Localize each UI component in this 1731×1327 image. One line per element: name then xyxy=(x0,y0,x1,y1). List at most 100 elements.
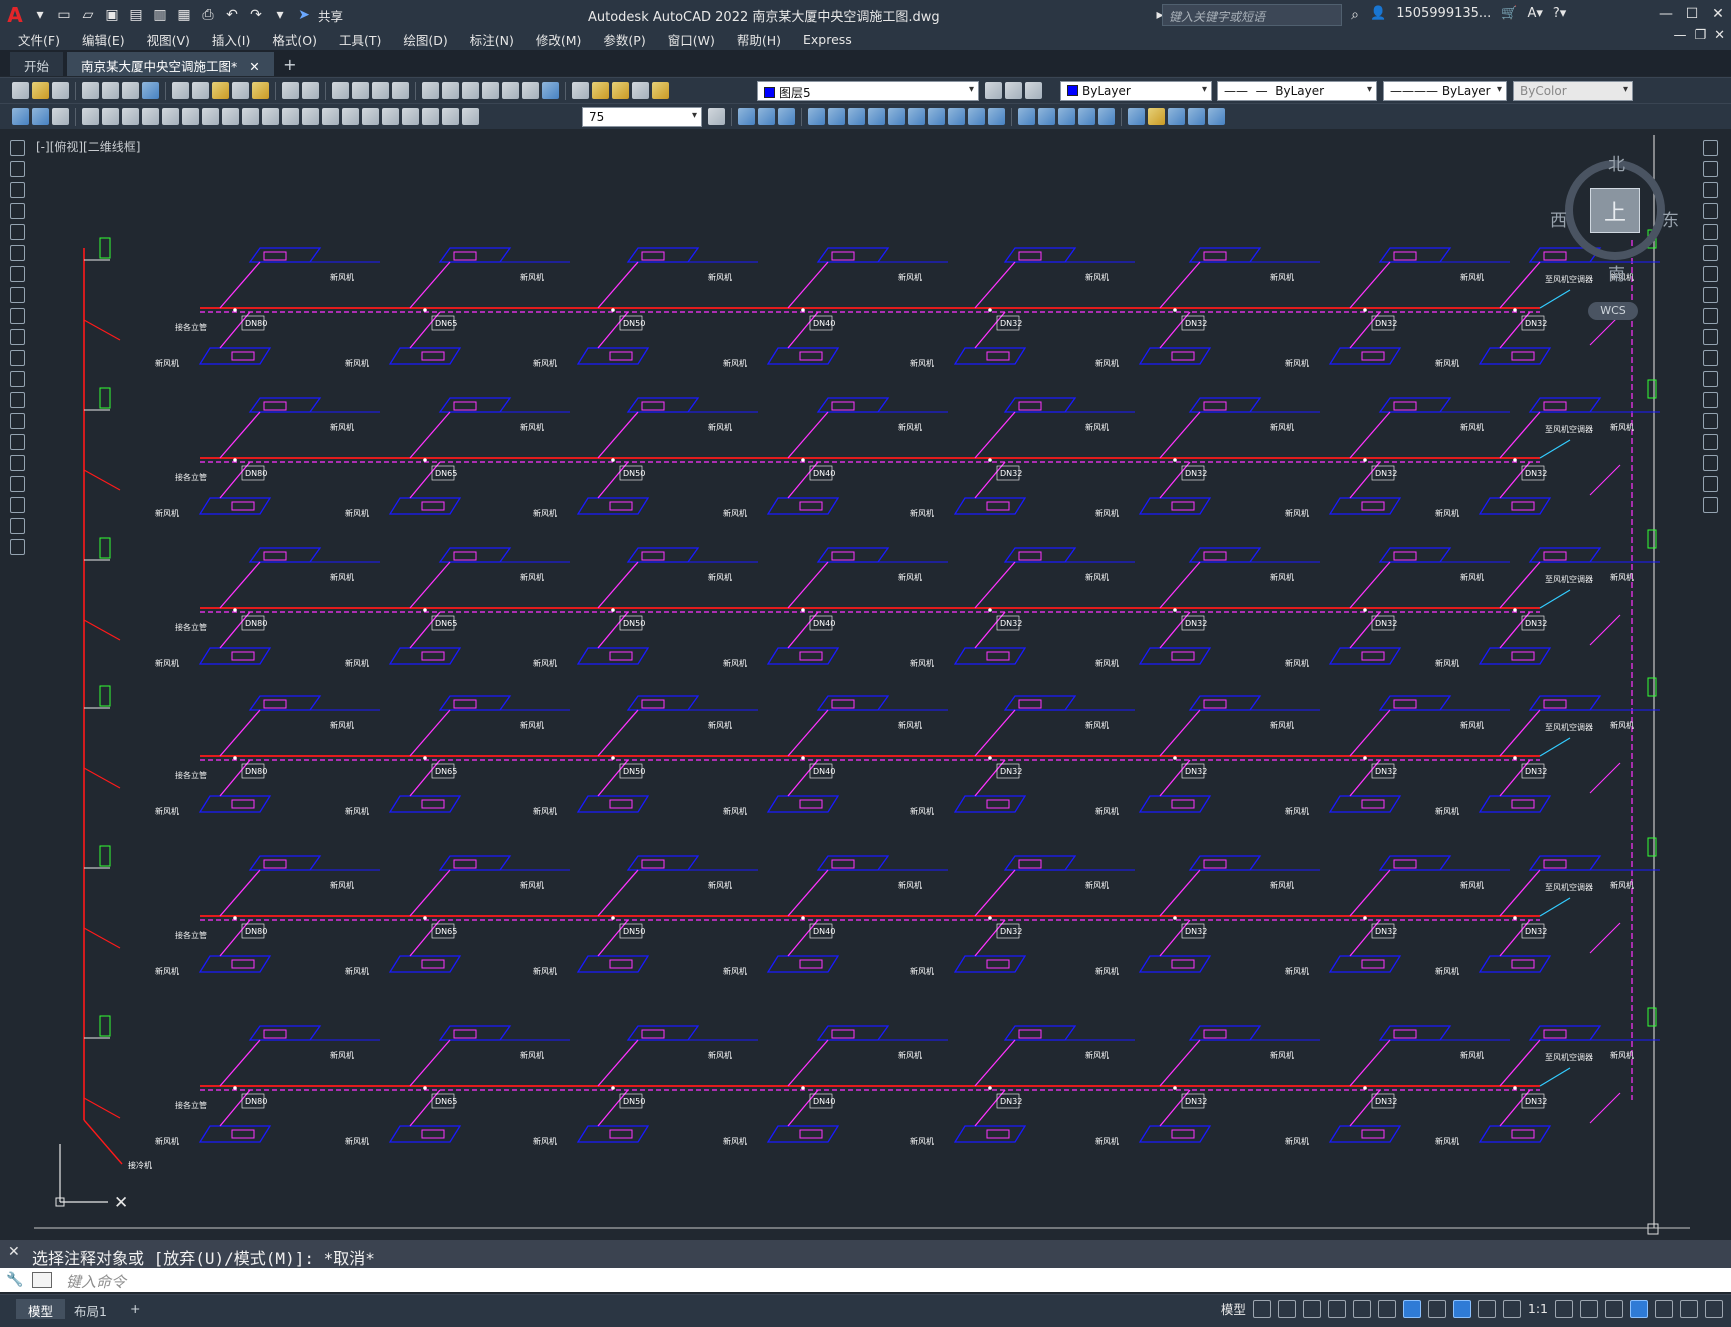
lower-fan-coil-unit xyxy=(388,647,462,665)
upper-branch-pipe xyxy=(1499,869,1541,917)
viewcube-top-face[interactable]: 上 xyxy=(1590,188,1640,233)
copy-palette-icon[interactable] xyxy=(1702,161,1718,177)
stretch-palette-icon[interactable] xyxy=(1702,308,1718,324)
right-label: 至风机空调器 xyxy=(1545,722,1593,732)
polar-icon[interactable] xyxy=(1327,1299,1346,1318)
compass-west[interactable]: 西 xyxy=(1550,206,1567,231)
command-input[interactable]: 键入命令 xyxy=(0,1268,1731,1292)
valve-marker xyxy=(423,308,427,312)
wcs-menu[interactable]: WCS xyxy=(1588,302,1638,320)
mirror-palette-icon[interactable] xyxy=(1702,182,1718,198)
compass-east[interactable]: 东 xyxy=(1662,206,1679,231)
ortho-icon[interactable] xyxy=(1302,1299,1321,1318)
add-layout-icon[interactable]: + xyxy=(118,1299,152,1319)
offset-palette-icon[interactable] xyxy=(1702,203,1718,219)
isodraft-icon[interactable] xyxy=(1352,1299,1371,1318)
lower-equipment-label: 新风机 xyxy=(1095,508,1119,518)
lower-unit-coil xyxy=(421,1129,445,1139)
upper-equipment-label: 新风机 xyxy=(520,1050,544,1060)
upper-equipment-label: 新风机 xyxy=(708,1050,732,1060)
right-riser-branch xyxy=(1589,922,1621,954)
annotation-monitor-icon[interactable] xyxy=(1580,1299,1598,1318)
extend-palette-icon[interactable] xyxy=(1702,350,1718,366)
upper-unit-coil xyxy=(1393,1029,1417,1039)
customization-menu-icon[interactable] xyxy=(1705,1299,1723,1318)
upper-equipment-label: 新风机 xyxy=(330,720,354,730)
upper-equipment-label: 新风机 xyxy=(520,720,544,730)
upper-unit-coil xyxy=(831,401,855,411)
annotation-visibility-icon[interactable] xyxy=(1452,1299,1471,1318)
break-palette-icon[interactable] xyxy=(1702,392,1718,408)
move-palette-icon[interactable] xyxy=(1702,245,1718,261)
valve-marker xyxy=(1363,458,1367,462)
upper-branch-pipe xyxy=(1499,1039,1541,1087)
trim-palette-icon[interactable] xyxy=(1702,329,1718,345)
blend-palette-icon[interactable] xyxy=(1702,476,1718,492)
upper-branch-pipe xyxy=(974,709,1016,757)
upper-branch-pipe xyxy=(409,869,451,917)
fillet-palette-icon[interactable] xyxy=(1702,455,1718,471)
workspace-gear-icon[interactable] xyxy=(1555,1299,1573,1318)
lower-equipment-label: 新风机 xyxy=(345,658,369,668)
riser-connector xyxy=(83,927,121,949)
object-snap-icon[interactable] xyxy=(1402,1299,1421,1318)
compass-south[interactable]: 南 xyxy=(1608,260,1625,285)
right-label: 至风机空调器 xyxy=(1545,424,1593,434)
annotation-scale-value[interactable]: 1:1 xyxy=(1528,1301,1548,1316)
terminal-cyan-pipe xyxy=(1539,897,1571,917)
scale-palette-icon[interactable] xyxy=(1702,287,1718,303)
break-point-icon[interactable] xyxy=(1702,371,1718,387)
grid-icon[interactable] xyxy=(1252,1299,1271,1318)
snap-icon[interactable] xyxy=(1277,1299,1296,1318)
explode-palette-icon[interactable] xyxy=(1702,497,1718,513)
upper-branch-pipe xyxy=(409,561,451,609)
upper-unit-coil xyxy=(641,401,665,411)
auto-scale-icon[interactable] xyxy=(1477,1299,1496,1318)
units-icon[interactable] xyxy=(1605,1299,1623,1318)
lower-unit-coil xyxy=(609,959,633,969)
tab-model[interactable]: 模型 xyxy=(16,1299,66,1319)
lower-unit-coil xyxy=(799,351,823,361)
command-close-icon[interactable]: ✕ xyxy=(8,1244,20,1260)
upper-equipment-label: 新风机 xyxy=(520,422,544,432)
upper-branch-pipe xyxy=(787,411,829,459)
upper-unit-coil xyxy=(1543,551,1567,561)
object-snap-tracking-icon[interactable] xyxy=(1377,1299,1396,1318)
customize-wrench-icon[interactable]: 🔧 xyxy=(6,1272,23,1288)
upper-branch-pipe xyxy=(409,1039,451,1087)
model-space-label[interactable]: 模型 xyxy=(1221,1299,1246,1318)
chamfer-palette-icon[interactable] xyxy=(1702,434,1718,450)
upper-equipment-label: 新风机 xyxy=(330,572,354,582)
valve-marker xyxy=(611,608,615,612)
valve-marker xyxy=(1173,308,1177,312)
valve-marker xyxy=(1513,756,1517,760)
lower-fan-coil-unit xyxy=(953,647,1027,665)
tab-layout1[interactable]: 布局1 xyxy=(62,1299,119,1319)
lower-equipment-label: 新风机 xyxy=(533,658,557,668)
isolate-objects-icon[interactable] xyxy=(1655,1299,1673,1318)
lineweight-icon[interactable] xyxy=(1427,1299,1446,1318)
lower-unit-coil xyxy=(799,501,823,511)
lower-equipment-label: 新风机 xyxy=(1435,806,1459,816)
clean-screen-icon[interactable] xyxy=(1680,1299,1698,1318)
upper-unit-coil xyxy=(453,251,477,261)
modify-palette xyxy=(1699,140,1721,540)
right-riser-branch xyxy=(1589,464,1621,496)
upper-equipment-label: 新风机 xyxy=(1085,1050,1109,1060)
array-palette-icon[interactable] xyxy=(1702,224,1718,240)
join-palette-icon[interactable] xyxy=(1702,413,1718,429)
lower-fan-coil-unit xyxy=(1138,497,1212,515)
command-placeholder: 键入命令 xyxy=(66,1273,127,1291)
upper-unit-coil xyxy=(263,859,287,869)
hardware-acceleration-icon[interactable] xyxy=(1630,1299,1648,1318)
compass-north[interactable]: 北 xyxy=(1608,150,1625,175)
erase-palette-icon[interactable] xyxy=(1702,140,1718,156)
rotate-palette-icon[interactable] xyxy=(1702,266,1718,282)
annotation-scale-icon[interactable] xyxy=(1502,1299,1521,1318)
lower-unit-coil xyxy=(231,351,255,361)
upper-unit-coil xyxy=(641,251,665,261)
viewcube[interactable]: 上 北 南 东 西 xyxy=(1550,150,1680,285)
command-recent-icon[interactable] xyxy=(32,1272,52,1288)
upper-unit-coil xyxy=(1018,251,1042,261)
right-riser-branch xyxy=(1589,1092,1621,1124)
